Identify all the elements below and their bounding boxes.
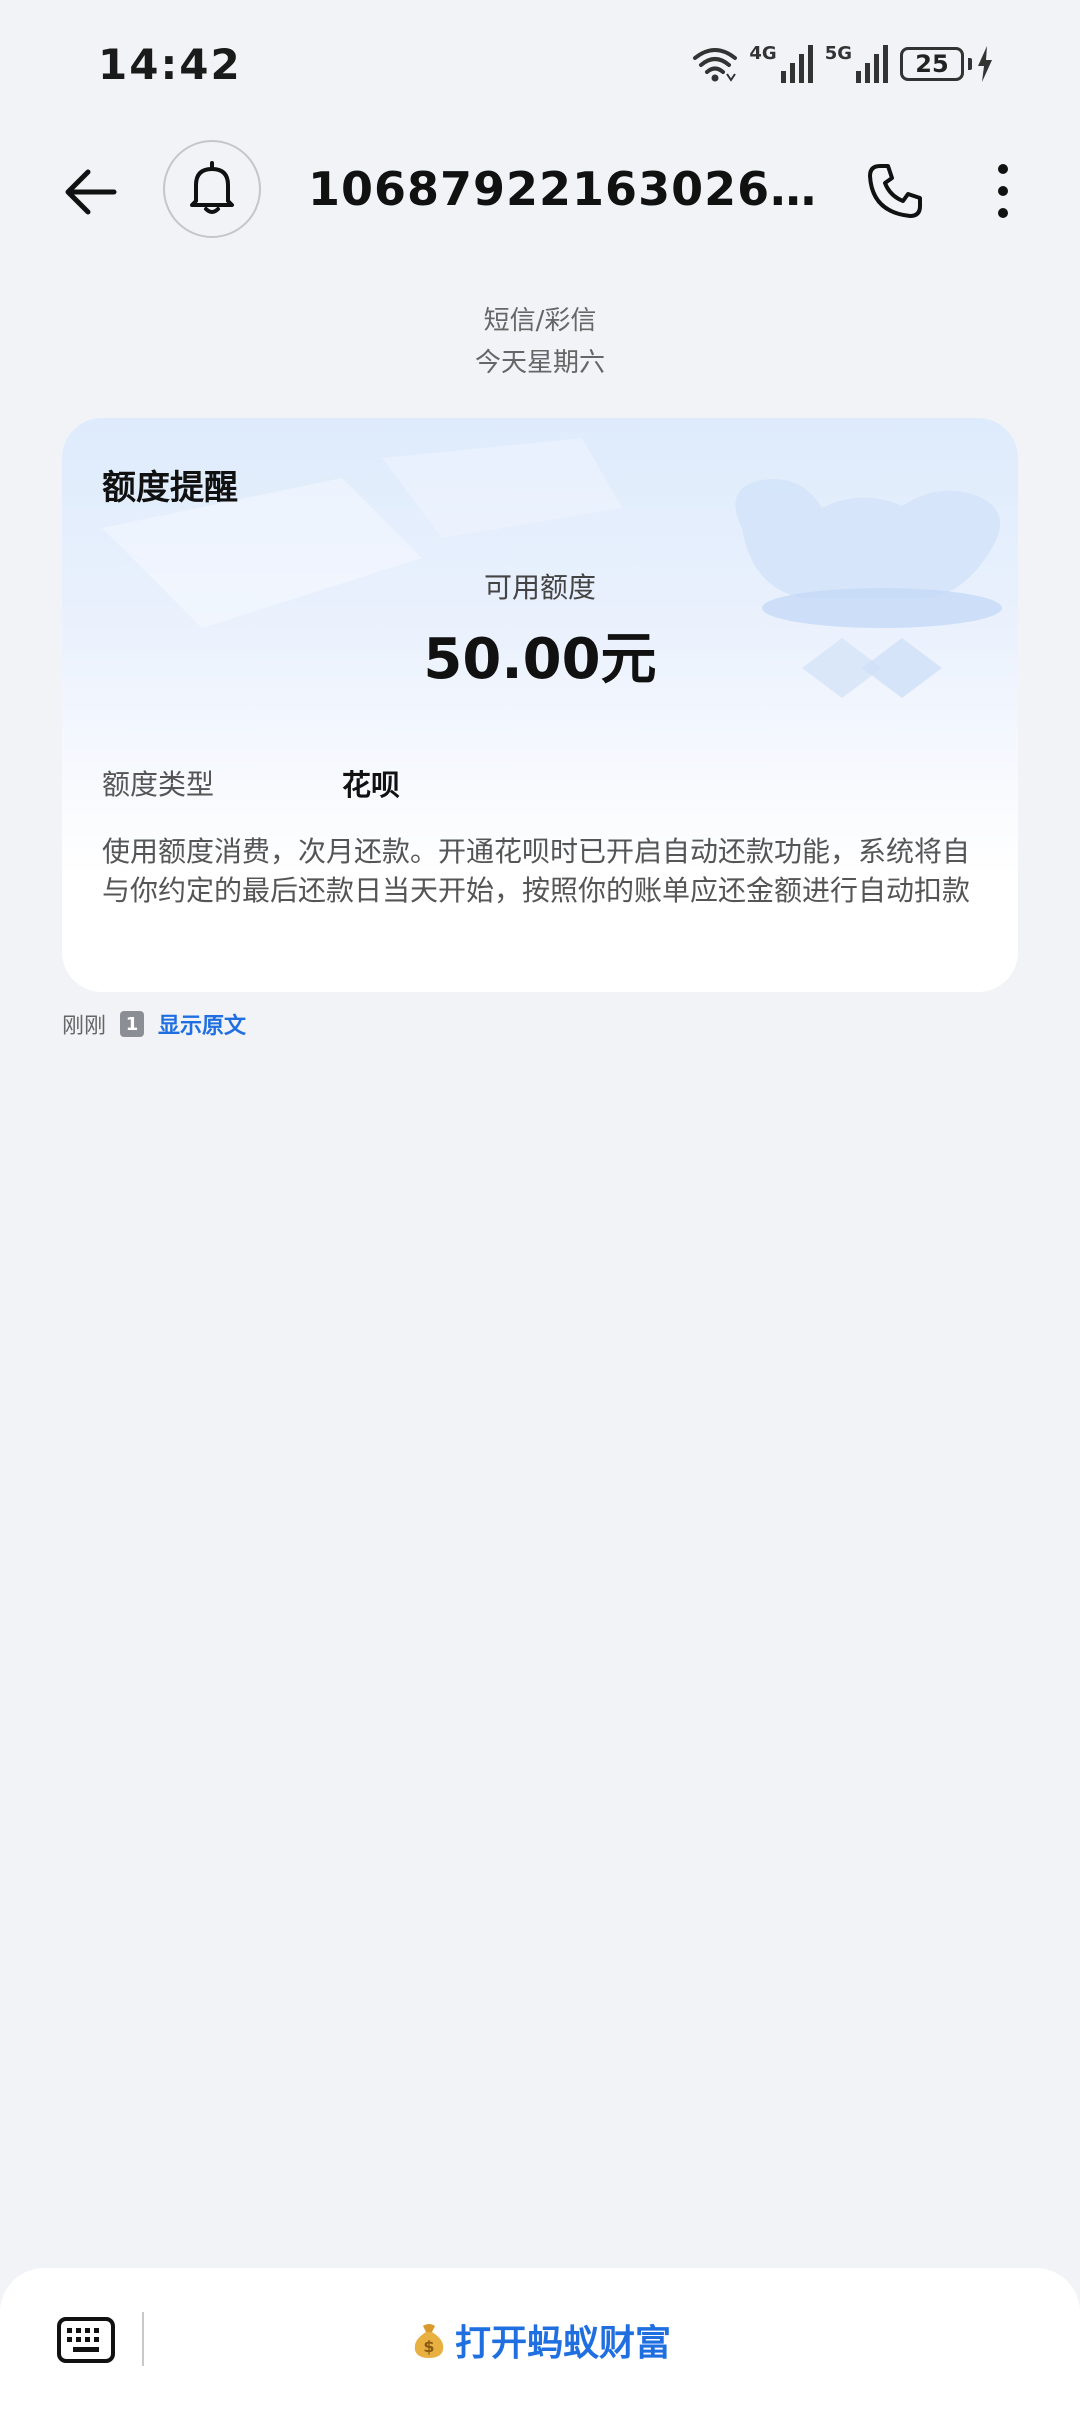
call-button[interactable] bbox=[860, 156, 930, 226]
available-quota-amount: 50.00元 bbox=[423, 627, 657, 692]
divider bbox=[142, 2312, 144, 2366]
network-5g: 5G bbox=[825, 45, 890, 83]
money-bag-icon: $ bbox=[414, 2324, 444, 2358]
network-4g-label: 4G bbox=[749, 43, 777, 64]
message-footer: 刚刚 1 显示原文 bbox=[62, 1008, 246, 1040]
more-options-button[interactable] bbox=[968, 156, 1038, 226]
quota-reminder-card[interactable]: 额度提醒 可用额度 50.00元 额度类型 花呗 使用额度消费，次月还款。开通花… bbox=[62, 418, 1018, 992]
conversation-meta: 短信/彩信 今天星期六 bbox=[0, 300, 1080, 384]
open-ant-fortune-label: 打开蚂蚁财富 bbox=[454, 2323, 671, 2364]
quota-type-row: 额度类型 花呗 bbox=[102, 762, 400, 804]
card-description: 使用额度消费，次月还款。开通花呗时已开启自动还款功能，系统将自与你约定的最后还款… bbox=[102, 835, 971, 907]
network-5g-label: 5G bbox=[824, 43, 852, 64]
signal-icon bbox=[780, 45, 813, 83]
open-ant-fortune-button[interactable]: $ 打开蚂蚁财富 bbox=[160, 2298, 920, 2382]
svg-text:$: $ bbox=[423, 2337, 434, 2356]
phone-icon bbox=[868, 164, 922, 218]
show-original-link[interactable]: 显示原文 bbox=[158, 1008, 246, 1040]
quota-type-label: 额度类型 bbox=[102, 768, 215, 801]
back-arrow-icon bbox=[65, 169, 117, 215]
notification-button[interactable] bbox=[163, 140, 261, 238]
card-title: 额度提醒 bbox=[102, 468, 238, 508]
signal-icon bbox=[856, 45, 888, 83]
sim-badge: 1 bbox=[120, 1011, 145, 1037]
sender-number: 106879221630260000... bbox=[308, 162, 838, 216]
quota-type-value: 花呗 bbox=[342, 768, 401, 802]
available-quota-label: 可用额度 bbox=[483, 571, 596, 604]
keyboard-icon bbox=[57, 2317, 115, 2363]
back-button[interactable] bbox=[58, 160, 122, 224]
app-bar: 106879221630260000... bbox=[0, 140, 1080, 240]
wifi-icon bbox=[693, 48, 738, 82]
battery-indicator: 25 bbox=[900, 46, 994, 82]
status-time: 14:42 bbox=[98, 40, 242, 89]
status-icons: 4G 5G 25 bbox=[691, 42, 994, 86]
status-bar: 14:42 4G 5G 25 bbox=[0, 0, 1080, 120]
bell-icon bbox=[190, 161, 234, 214]
battery-level: 25 bbox=[900, 47, 964, 81]
bottom-bar: $ 打开蚂蚁财富 bbox=[0, 2268, 1080, 2412]
network-4g: 4G bbox=[749, 45, 814, 83]
keyboard-button[interactable] bbox=[54, 2312, 118, 2368]
more-vertical-icon bbox=[998, 164, 1008, 218]
charging-icon bbox=[978, 46, 992, 82]
message-time: 刚刚 bbox=[62, 1014, 107, 1039]
date-label: 今天星期六 bbox=[474, 348, 605, 378]
battery-cap bbox=[968, 58, 972, 70]
message-type-label: 短信/彩信 bbox=[483, 306, 597, 336]
